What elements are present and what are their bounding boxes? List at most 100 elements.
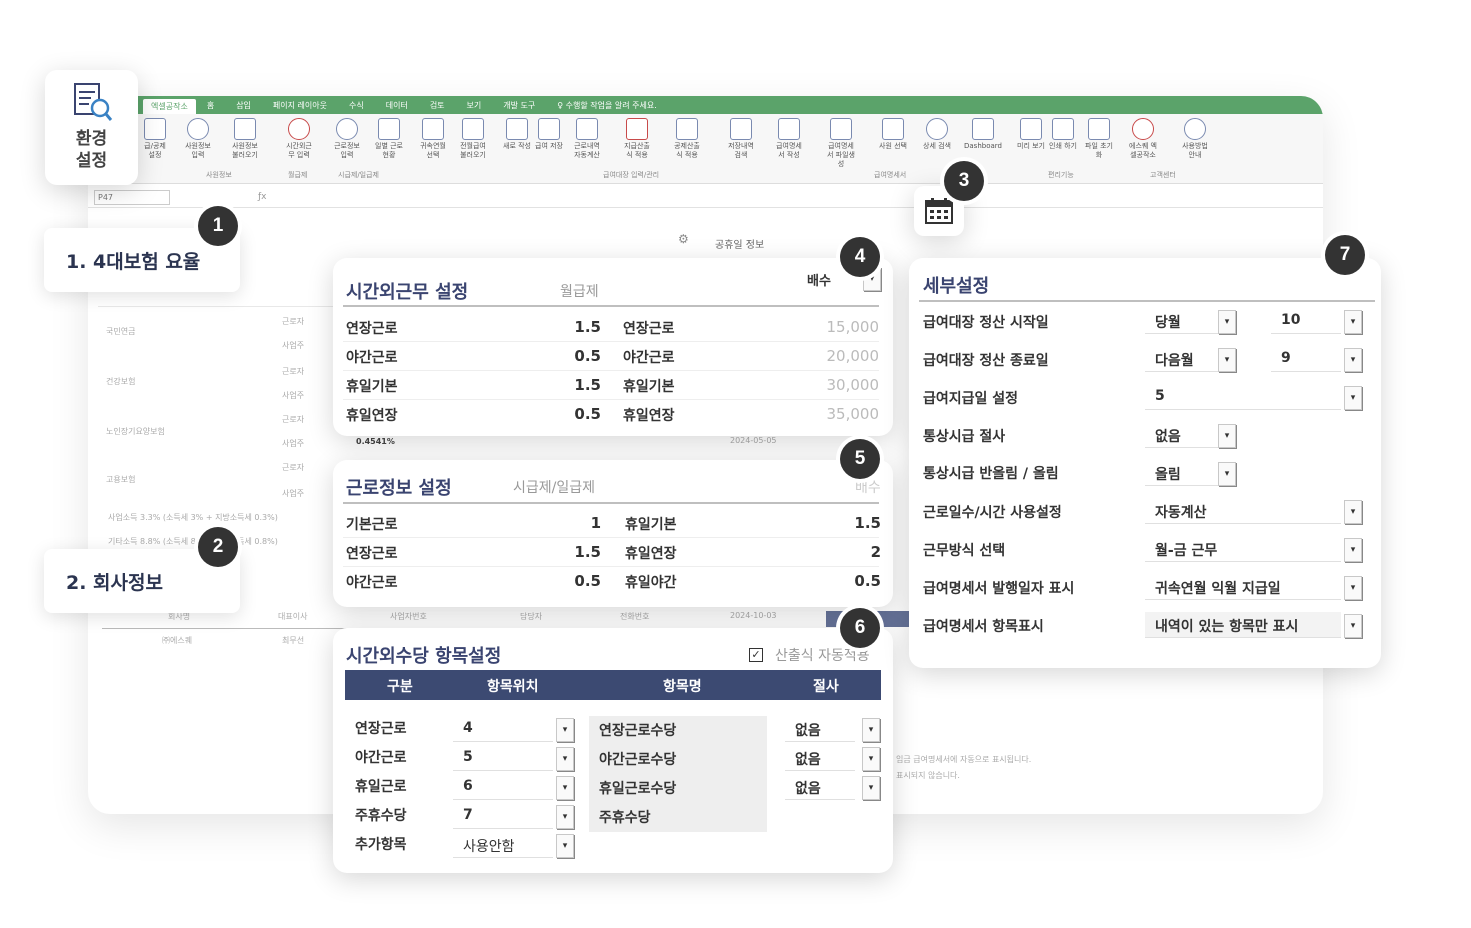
- position-dropdown[interactable]: ▾: [556, 805, 574, 829]
- dropdown-arrow[interactable]: ▾: [1344, 538, 1362, 562]
- bg-header: 대표이사: [278, 612, 308, 621]
- dropdown-arrow[interactable]: ▾: [1344, 500, 1362, 524]
- ribbon-button[interactable]: 지급산출식 적용: [622, 118, 652, 160]
- insurance-rate-text: 1. 4대보험 요율: [66, 250, 201, 273]
- item-name[interactable]: 야간근로수당: [599, 749, 676, 769]
- ribbon-button[interactable]: 새로 작성: [502, 118, 532, 151]
- ribbon-button[interactable]: 사원정보 불러오기: [230, 118, 260, 160]
- position-dropdown[interactable]: ▾: [556, 718, 574, 742]
- tell-me-search[interactable]: ♀ 수행할 작업을 알려 주세요.: [546, 100, 668, 111]
- ribbon-button[interactable]: 공제산출식 적용: [672, 118, 702, 160]
- ribbon-button[interactable]: 사원정보 입력: [183, 118, 213, 160]
- work-schedule-select[interactable]: 월-금 근무: [1145, 536, 1341, 562]
- overtime-right-value[interactable]: 20,000: [827, 347, 880, 365]
- cut-select[interactable]: 없음: [785, 716, 855, 742]
- dropdown-arrow[interactable]: ▾: [1344, 386, 1362, 410]
- ribbon-button[interactable]: 사원 선택: [878, 118, 908, 151]
- ribbon-button[interactable]: 급여명세서 파일생성: [826, 118, 856, 169]
- tab-view[interactable]: 보기: [456, 100, 493, 111]
- ribbon-button[interactable]: 일별 근로현황: [374, 118, 404, 160]
- workinfo-right-value[interactable]: 2: [871, 543, 881, 561]
- dropdown-arrow[interactable]: ▾: [1218, 424, 1236, 448]
- ribbon-button[interactable]: 사용방법 안내: [1180, 118, 1210, 160]
- position-select[interactable]: 6: [453, 774, 553, 800]
- hourly-round-select[interactable]: 올림: [1145, 460, 1225, 486]
- overtime-right-value[interactable]: 15,000: [827, 318, 880, 336]
- position-dropdown[interactable]: ▾: [556, 747, 574, 771]
- cut-select[interactable]: 없음: [785, 774, 855, 800]
- settle-start-day-select[interactable]: 10: [1271, 308, 1341, 334]
- tab-formula[interactable]: 수식: [338, 100, 375, 111]
- tab-page-layout[interactable]: 페이지 레이아웃: [262, 100, 338, 111]
- dropdown-arrow[interactable]: ▾: [1344, 576, 1362, 600]
- env-settings-button[interactable]: 환경 설정: [45, 70, 138, 185]
- overtime-left-value[interactable]: 1.5: [574, 376, 601, 394]
- workinfo-right-value[interactable]: 1.5: [854, 514, 881, 532]
- settle-end-month-select[interactable]: 다음월: [1145, 346, 1225, 372]
- dropdown-arrow[interactable]: ▾: [1344, 348, 1362, 372]
- detail-label: 급여지급일 설정: [923, 391, 1019, 407]
- ribbon-button[interactable]: 상세 검색: [922, 118, 952, 151]
- tab-insert[interactable]: 삽입: [225, 100, 262, 111]
- settle-start-month-select[interactable]: 당월: [1145, 308, 1225, 334]
- ribbon-button[interactable]: 에스퀘 엑셀공작소: [1128, 118, 1158, 160]
- overtime-left-value[interactable]: 0.5: [574, 405, 601, 423]
- name-box[interactable]: P47: [94, 190, 170, 205]
- ribbon-button[interactable]: 인쇄 하기: [1048, 118, 1078, 151]
- item-name[interactable]: 연장근로수당: [599, 720, 676, 740]
- position-select[interactable]: 5: [453, 745, 553, 771]
- gear-icon[interactable]: ⚙: [678, 232, 689, 246]
- workinfo-left-value[interactable]: 1.5: [574, 543, 601, 561]
- item-name[interactable]: 휴일근로수당: [599, 778, 676, 798]
- ribbon-button[interactable]: 급여명세서 작성: [774, 118, 804, 160]
- ribbon-button[interactable]: 시간외근무 입력: [284, 118, 314, 160]
- auto-formula-checkbox[interactable]: ✓: [749, 648, 763, 662]
- dropdown-arrow[interactable]: ▾: [1218, 462, 1236, 486]
- ribbon-button[interactable]: 저장내역 검색: [726, 118, 756, 160]
- workinfo-right-value[interactable]: 0.5: [854, 572, 881, 590]
- issue-date-select[interactable]: 귀속연월 익월 지급일: [1145, 574, 1341, 600]
- ribbon-button[interactable]: 미리 보기: [1016, 118, 1046, 151]
- dropdown-arrow[interactable]: ▾: [1344, 310, 1362, 334]
- ribbon-button[interactable]: 급/공제 설정: [140, 118, 170, 160]
- ribbon-button[interactable]: Dashboard: [960, 118, 1006, 151]
- item-name[interactable]: 주휴수당: [599, 807, 651, 827]
- position-dropdown[interactable]: ▾: [556, 834, 574, 858]
- row-type: 야간근로: [355, 750, 407, 766]
- overtime-right-value[interactable]: 35,000: [827, 405, 880, 423]
- hourly-cut-select[interactable]: 없음: [1145, 422, 1225, 448]
- settle-end-day-select[interactable]: 9: [1271, 346, 1341, 372]
- tab-developer[interactable]: 개발 도구: [492, 100, 546, 111]
- item-display-select[interactable]: 내역이 있는 항목만 표시: [1145, 612, 1341, 638]
- dropdown-arrow[interactable]: ▾: [1218, 310, 1236, 334]
- ribbon-button[interactable]: 근로내역 자동계산: [572, 118, 602, 160]
- workdays-select[interactable]: 자동계산: [1145, 498, 1341, 524]
- ribbon-button[interactable]: 귀속연월 선택: [418, 118, 448, 160]
- position-select[interactable]: 4: [453, 716, 553, 742]
- workinfo-left-value[interactable]: 0.5: [574, 572, 601, 590]
- payday-select[interactable]: 5: [1145, 384, 1341, 410]
- tab-home[interactable]: 홈: [196, 100, 225, 111]
- cut-dropdown[interactable]: ▾: [862, 776, 880, 800]
- dropdown-arrow[interactable]: ▾: [1344, 614, 1362, 638]
- workinfo-left-value[interactable]: 1: [591, 514, 601, 532]
- tab-esquare[interactable]: 엑셀공작소: [143, 98, 196, 114]
- ribbon-button[interactable]: 파일 초기화: [1084, 118, 1114, 160]
- position-select[interactable]: 7: [453, 803, 553, 829]
- tab-review[interactable]: 검토: [419, 100, 456, 111]
- formula-bar: P47 ƒx: [88, 188, 1323, 208]
- ribbon-button[interactable]: 근로정보 입력: [332, 118, 362, 160]
- bg-sub: 사업주: [282, 341, 305, 350]
- position-select[interactable]: 사용안함: [453, 832, 553, 858]
- overtime-left-value[interactable]: 0.5: [574, 347, 601, 365]
- cut-select[interactable]: 없음: [785, 745, 855, 771]
- tab-data[interactable]: 데이터: [375, 100, 419, 111]
- cut-dropdown[interactable]: ▾: [862, 718, 880, 742]
- overtime-right-value[interactable]: 30,000: [827, 376, 880, 394]
- position-dropdown[interactable]: ▾: [556, 776, 574, 800]
- overtime-left-value[interactable]: 1.5: [574, 318, 601, 336]
- dropdown-arrow[interactable]: ▾: [1218, 348, 1236, 372]
- ribbon-button[interactable]: 전월급여 불러오기: [458, 118, 488, 160]
- cut-dropdown[interactable]: ▾: [862, 747, 880, 771]
- ribbon-button[interactable]: 급여 저장: [534, 118, 564, 151]
